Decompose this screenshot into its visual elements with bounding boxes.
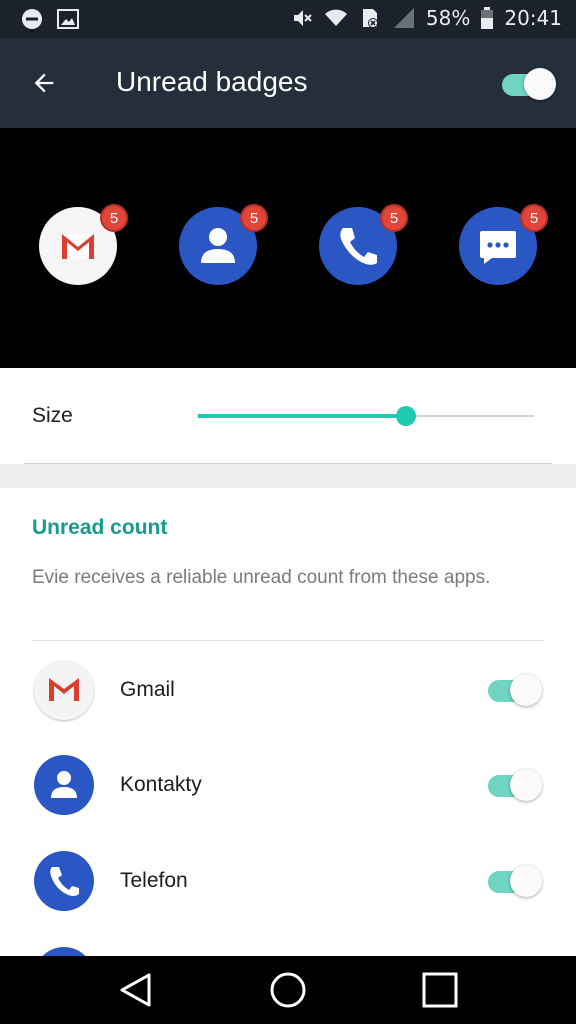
list-item-telefon[interactable]: Telefon [0,833,576,929]
phone-icon [34,851,94,911]
toggle-knob [524,68,556,100]
home-nav-icon[interactable] [266,970,310,1010]
mute-icon [290,6,314,30]
page-title: Unread badges [116,66,308,97]
list-item-kontakty[interactable]: Kontakty [0,737,576,833]
toggle-knob [510,674,542,706]
toggle-knob [510,769,542,801]
navigation-bar [0,956,576,1024]
divider [32,640,544,641]
toggle-knob [510,865,542,897]
unread-count-section: Unread count Evie receives a reliable un… [0,488,576,956]
slider-fill [198,414,407,418]
badge-preview: 5 5 5 5 [0,128,576,368]
section-title: Unread count [32,516,168,539]
contacts-icon [34,755,94,815]
wifi-icon [324,6,348,30]
app-bar: Unread badges [0,38,576,128]
battery-percent: 58% [425,6,471,30]
do-not-disturb-icon [20,7,44,31]
preview-badge-messages: 5 [520,204,548,232]
gmail-toggle[interactable] [488,671,542,709]
size-label: Size [32,404,73,427]
gmail-icon [34,660,94,720]
battery-icon [480,6,494,30]
list-item-label: Telefon [120,869,188,892]
back-button[interactable] [22,63,66,107]
back-nav-icon[interactable] [115,970,159,1010]
preview-badge-phone: 5 [380,204,408,232]
arrow-back-icon [30,69,58,101]
slider-thumb[interactable] [396,406,417,426]
telefon-toggle[interactable] [488,862,542,900]
status-bar: 58% 20:41 [0,0,576,38]
clock: 20:41 [504,6,562,30]
list-item-partial[interactable] [0,929,576,956]
section-gap [0,464,576,488]
kontakty-toggle[interactable] [488,766,542,804]
master-badges-toggle[interactable] [502,65,556,103]
app-icon-partial [34,947,94,956]
list-item-gmail[interactable]: Gmail [0,642,576,738]
preview-badge-contacts: 5 [240,204,268,232]
preview-badge-gmail: 5 [100,204,128,232]
list-item-label: Kontakty [120,773,202,796]
list-item-label: Gmail [120,678,175,701]
section-description: Evie receives a reliable unread count fr… [32,567,491,588]
recents-nav-icon[interactable] [418,970,462,1010]
image-icon [56,7,80,31]
signal-icon [392,6,416,30]
size-slider[interactable] [198,404,534,428]
size-setting: Size [0,368,576,464]
sim-error-icon [358,6,382,30]
